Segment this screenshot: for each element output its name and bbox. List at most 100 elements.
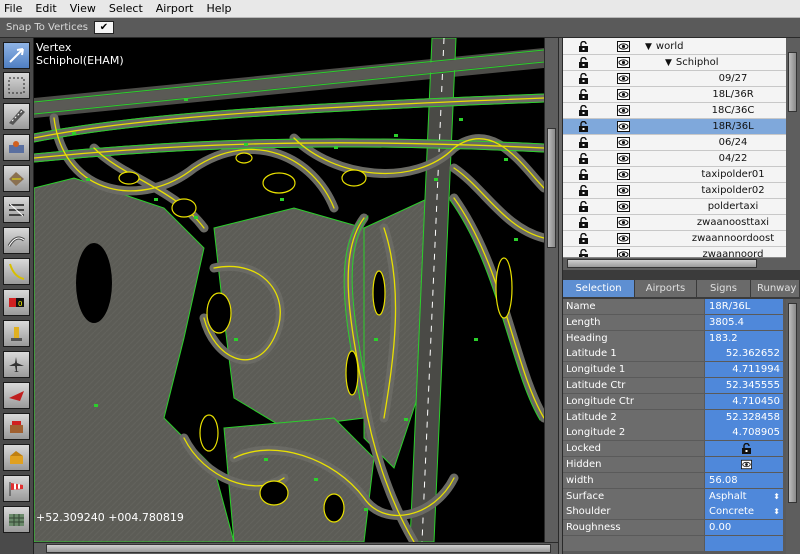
tree-row[interactable]: zwaanoosttaxi bbox=[563, 215, 786, 231]
tree-row[interactable]: zwaannoord bbox=[563, 247, 786, 257]
snap-to-vertices-checkbox[interactable]: ✔ bbox=[93, 21, 114, 34]
facade-tool-button[interactable] bbox=[3, 506, 30, 533]
properties-vertical-scrollbar[interactable] bbox=[786, 299, 800, 554]
tree-row[interactable]: poldertaxi bbox=[563, 199, 786, 215]
lock-icon[interactable] bbox=[578, 232, 589, 244]
properties-vertical-scroll-thumb[interactable] bbox=[788, 303, 797, 503]
tree-row[interactable]: 18R/36L bbox=[563, 119, 786, 135]
eye-icon[interactable] bbox=[617, 105, 630, 116]
menu-select[interactable]: Select bbox=[109, 2, 143, 15]
hierarchy-horizontal-scrollbar[interactable] bbox=[563, 258, 800, 270]
marquee-tool-button[interactable] bbox=[3, 72, 30, 99]
tree-row[interactable]: zwaannoordoost bbox=[563, 231, 786, 247]
map-view[interactable]: Vertex Schiphol(EHAM) +52.309240 +004.78… bbox=[34, 38, 544, 542]
windsock-tool-button[interactable] bbox=[3, 475, 30, 502]
property-value[interactable]: 18R/36L bbox=[705, 299, 783, 314]
lock-icon[interactable] bbox=[578, 216, 589, 228]
taxi-line-tool-button[interactable] bbox=[3, 258, 30, 285]
menu-edit[interactable]: Edit bbox=[35, 2, 56, 15]
expand-triangle-icon[interactable]: ▼ bbox=[665, 58, 672, 68]
objects-tool-button[interactable] bbox=[3, 444, 30, 471]
property-value[interactable] bbox=[705, 457, 783, 472]
property-value[interactable]: 4.708905 bbox=[705, 425, 783, 441]
tree-row[interactable]: taxipolder02 bbox=[563, 183, 786, 199]
property-value[interactable]: 52.328458 bbox=[705, 409, 783, 425]
tab-runway[interactable]: Runway bbox=[751, 280, 800, 297]
map-vertical-scroll-thumb[interactable] bbox=[547, 128, 556, 248]
eye-icon[interactable] bbox=[617, 185, 630, 196]
lock-icon[interactable] bbox=[578, 40, 589, 52]
eye-icon[interactable] bbox=[617, 201, 630, 212]
eye-icon[interactable] bbox=[617, 153, 630, 164]
eye-icon[interactable] bbox=[617, 217, 630, 228]
boundary-tool-button[interactable] bbox=[3, 196, 30, 223]
tree-row[interactable]: ▼ world bbox=[563, 39, 786, 55]
menu-help[interactable]: Help bbox=[206, 2, 231, 15]
map-horizontal-scrollbar[interactable] bbox=[34, 542, 558, 554]
helipad-tool-button[interactable] bbox=[3, 134, 30, 161]
taxiway-tool-button[interactable] bbox=[3, 165, 30, 192]
property-value[interactable]: 4.711994 bbox=[705, 362, 783, 378]
map-vertical-scrollbar[interactable] bbox=[544, 38, 558, 542]
property-value[interactable]: 0.00 bbox=[705, 520, 783, 536]
property-value[interactable]: 52.362652 bbox=[705, 346, 783, 362]
property-value[interactable]: 4.710450 bbox=[705, 393, 783, 409]
eye-icon[interactable] bbox=[617, 57, 630, 68]
tree-row[interactable]: 18C/36C bbox=[563, 103, 786, 119]
lock-icon[interactable] bbox=[578, 168, 589, 180]
light-fixture-tool-button[interactable] bbox=[3, 320, 30, 347]
property-value[interactable]: 3805.4 bbox=[705, 314, 783, 330]
property-value[interactable] bbox=[705, 441, 783, 457]
tab-selection[interactable]: Selection bbox=[563, 280, 635, 297]
runway-tool-button[interactable] bbox=[3, 103, 30, 130]
eye-icon[interactable] bbox=[617, 41, 630, 52]
dropdown-spinner-icon[interactable]: ⬍ bbox=[773, 504, 780, 519]
property-value[interactable]: 183.2 bbox=[705, 330, 783, 346]
lock-icon[interactable] bbox=[578, 152, 589, 164]
property-value[interactable]: Concrete ⬍ bbox=[705, 504, 783, 520]
lock-icon[interactable] bbox=[578, 72, 589, 84]
tree-row[interactable]: 04/22 bbox=[563, 151, 786, 167]
property-value[interactable]: Asphalt ⬍ bbox=[705, 488, 783, 504]
eye-icon[interactable] bbox=[617, 73, 630, 84]
menu-view[interactable]: View bbox=[70, 2, 96, 15]
tree-row[interactable]: 06/24 bbox=[563, 135, 786, 151]
eye-icon[interactable] bbox=[617, 89, 630, 100]
property-value[interactable] bbox=[705, 536, 783, 551]
tree-row[interactable]: ▼ Schiphol bbox=[563, 55, 786, 71]
eye-icon[interactable] bbox=[617, 137, 630, 148]
tree-row[interactable]: 09/27 bbox=[563, 71, 786, 87]
lock-icon[interactable] bbox=[578, 184, 589, 196]
eye-icon[interactable] bbox=[617, 121, 630, 132]
tree-row[interactable]: taxipolder01 bbox=[563, 167, 786, 183]
hierarchy-vertical-scroll-thumb[interactable] bbox=[788, 52, 797, 112]
tab-signs[interactable]: Signs bbox=[697, 280, 751, 297]
dropdown-spinner-icon[interactable]: ⬍ bbox=[773, 489, 780, 504]
linear-feature-tool-button[interactable] bbox=[3, 227, 30, 254]
hierarchy-vertical-scrollbar[interactable] bbox=[786, 38, 800, 258]
lock-icon[interactable] bbox=[578, 120, 589, 132]
lock-icon[interactable] bbox=[578, 88, 589, 100]
lock-icon[interactable] bbox=[578, 136, 589, 148]
lock-icon[interactable] bbox=[578, 56, 589, 68]
hierarchy-horizontal-scroll-thumb[interactable] bbox=[567, 259, 757, 268]
menu-airport[interactable]: Airport bbox=[156, 2, 194, 15]
beacon-tool-button[interactable] bbox=[3, 382, 30, 409]
tower-tool-button[interactable] bbox=[3, 413, 30, 440]
vertex-tool-button[interactable] bbox=[3, 42, 30, 69]
lock-icon[interactable] bbox=[578, 200, 589, 212]
map-horizontal-scroll-thumb[interactable] bbox=[46, 544, 551, 553]
menu-file[interactable]: File bbox=[4, 2, 22, 15]
sign-tool-button[interactable]: 0 bbox=[3, 289, 30, 316]
eye-icon[interactable] bbox=[617, 169, 630, 180]
tree-row[interactable]: 18L/36R bbox=[563, 87, 786, 103]
tab-airports[interactable]: Airports bbox=[635, 280, 697, 297]
eye-icon[interactable] bbox=[617, 233, 630, 244]
lock-icon[interactable] bbox=[578, 248, 589, 257]
property-value[interactable]: 56.08 bbox=[705, 472, 783, 488]
startup-location-tool-button[interactable] bbox=[3, 351, 30, 378]
eye-icon[interactable] bbox=[617, 249, 630, 257]
lock-icon[interactable] bbox=[578, 104, 589, 116]
property-value[interactable]: 52.345555 bbox=[705, 378, 783, 393]
expand-triangle-icon[interactable]: ▼ bbox=[645, 42, 652, 52]
